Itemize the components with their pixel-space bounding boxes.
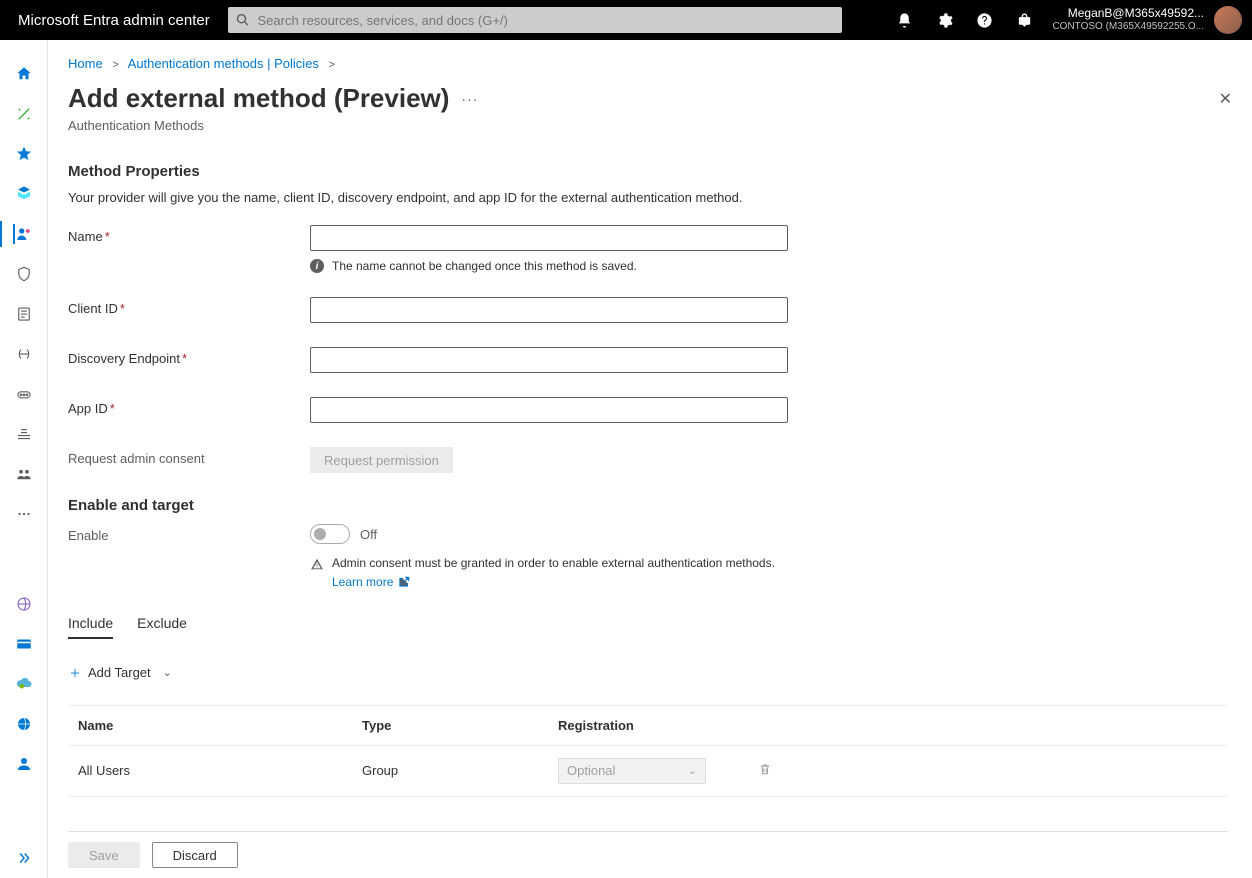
row-type: Group <box>362 763 558 778</box>
learn-icon[interactable] <box>14 594 34 614</box>
external-icon[interactable] <box>14 344 34 364</box>
enable-label: Enable <box>68 524 310 543</box>
request-permission-button: Request permission <box>310 447 453 473</box>
title-more-button[interactable]: ··· <box>461 91 478 107</box>
save-button: Save <box>68 842 140 868</box>
admin-consent-label: Request admin consent <box>68 447 310 466</box>
row-name: All Users <box>78 763 362 778</box>
cloud-icon[interactable] <box>14 674 34 694</box>
brand-title: Microsoft Entra admin center <box>18 12 228 29</box>
expand-nav-icon[interactable] <box>14 848 34 868</box>
col-name: Name <box>78 718 362 733</box>
table-row: All Users Group Optional ⌄ <box>68 746 1228 797</box>
person-icon[interactable] <box>14 754 34 774</box>
external-link-icon <box>397 575 411 589</box>
protection-icon[interactable] <box>14 264 34 284</box>
client-id-input[interactable] <box>310 297 788 323</box>
col-registration: Registration <box>558 718 758 733</box>
app-id-input[interactable] <box>310 397 788 423</box>
user-email: MeganB@M365x49592... <box>1068 6 1204 20</box>
global-search[interactable] <box>228 7 842 33</box>
identity-icon[interactable] <box>14 184 34 204</box>
chevron-down-icon: ⌄ <box>163 666 172 679</box>
users-icon[interactable] <box>13 224 33 244</box>
verified-icon[interactable] <box>14 384 34 404</box>
delete-row-icon[interactable] <box>758 762 818 779</box>
col-type: Type <box>362 718 558 733</box>
enable-toggle[interactable] <box>310 524 350 544</box>
warning-icon <box>310 557 324 571</box>
breadcrumb: Home > Authentication methods | Policies… <box>68 56 1228 71</box>
tenant-name: CONTOSO (M365X49592255.O... <box>1052 20 1204 34</box>
name-helper: The name cannot be changed once this met… <box>332 259 637 273</box>
method-properties-heading: Method Properties <box>68 163 1228 180</box>
page-title: Add external method (Preview) <box>68 83 449 114</box>
discovery-label: Discovery Endpoint* <box>68 347 310 366</box>
more-icon[interactable] <box>14 504 34 524</box>
enable-toggle-state: Off <box>360 527 377 542</box>
app-id-label: App ID* <box>68 397 310 416</box>
tab-include[interactable]: Include <box>68 615 113 639</box>
learn-more-link[interactable]: Learn more <box>332 574 411 589</box>
governance-icon[interactable] <box>14 304 34 324</box>
globe-icon[interactable] <box>14 714 34 734</box>
feedback-icon[interactable] <box>1004 0 1044 40</box>
method-properties-desc: Your provider will give you the name, cl… <box>68 190 1228 205</box>
notification-icon[interactable] <box>884 0 924 40</box>
warn-text: Admin consent must be granted in order t… <box>332 556 775 570</box>
breadcrumb-auth-methods[interactable]: Authentication methods | Policies <box>128 56 319 71</box>
discovery-input[interactable] <box>310 347 788 373</box>
favorites-icon[interactable] <box>14 144 34 164</box>
left-nav <box>0 40 48 878</box>
breadcrumb-home[interactable]: Home <box>68 56 103 71</box>
name-input[interactable] <box>310 225 788 251</box>
home-icon[interactable] <box>14 64 34 84</box>
permissions-icon[interactable] <box>14 424 34 444</box>
registration-select: Optional ⌄ <box>558 758 706 784</box>
plus-icon <box>68 666 82 680</box>
groups-icon[interactable] <box>14 464 34 484</box>
enable-heading: Enable and target <box>68 497 1228 514</box>
name-label: Name* <box>68 225 310 244</box>
diagnose-icon[interactable] <box>14 104 34 124</box>
settings-icon[interactable] <box>924 0 964 40</box>
avatar[interactable] <box>1214 6 1242 34</box>
add-target-button[interactable]: Add Target ⌄ <box>68 665 172 680</box>
account-block[interactable]: MeganB@M365x49592... CONTOSO (M365X49592… <box>1044 6 1212 34</box>
billing-icon[interactable] <box>14 634 34 654</box>
page-subtitle: Authentication Methods <box>68 118 1228 133</box>
chevron-down-icon: ⌄ <box>688 764 697 777</box>
tab-exclude[interactable]: Exclude <box>137 615 187 639</box>
search-icon <box>236 13 250 27</box>
info-icon: i <box>310 259 324 273</box>
search-input[interactable] <box>258 13 835 28</box>
client-id-label: Client ID* <box>68 297 310 316</box>
close-icon[interactable]: ✕ <box>1219 89 1232 109</box>
discard-button[interactable]: Discard <box>152 842 238 868</box>
help-icon[interactable] <box>964 0 1004 40</box>
